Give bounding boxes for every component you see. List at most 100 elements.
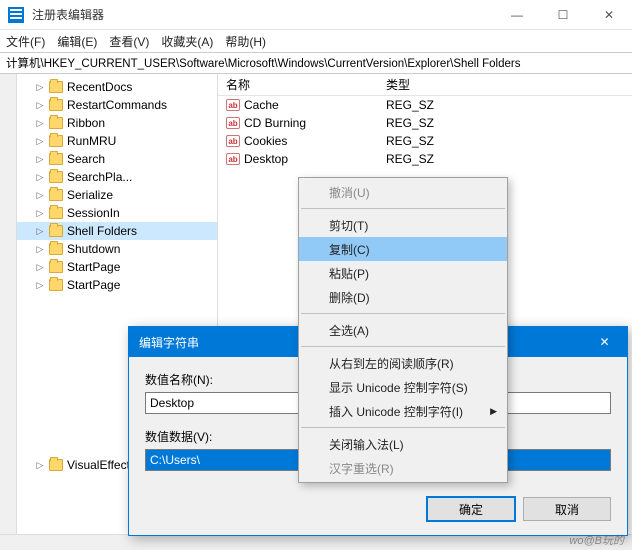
value-name: Desktop [244, 152, 288, 166]
tree-label: RunMRU [67, 134, 116, 148]
value-type: REG_SZ [378, 152, 632, 166]
value-name: Cache [244, 98, 279, 112]
ctx-close-ime[interactable]: 关闭输入法(L) [299, 432, 507, 456]
expand-icon[interactable]: ▷ [35, 226, 45, 236]
folder-icon [49, 207, 63, 219]
ctx-copy[interactable]: 复制(C) [299, 237, 507, 261]
tree-label: RecentDocs [67, 80, 132, 94]
menu-file[interactable]: 文件(F) [6, 33, 45, 50]
cancel-button[interactable]: 取消 [523, 497, 611, 521]
watermark: wo@B玩的 [569, 532, 624, 548]
expand-icon[interactable]: ▷ [35, 136, 45, 146]
folder-icon [49, 243, 63, 255]
close-button[interactable]: ✕ [586, 0, 632, 30]
list-row[interactable]: abCacheREG_SZ [218, 96, 632, 114]
value-type: REG_SZ [378, 134, 632, 148]
tree-label: SessionIn [67, 206, 120, 220]
tree-label: Serialize [67, 188, 113, 202]
expand-icon[interactable]: ▷ [35, 280, 45, 290]
expand-icon[interactable]: ▷ [35, 100, 45, 110]
tree-item[interactable]: ▷ Search [17, 150, 217, 168]
tree-item[interactable]: ▷ Serialize [17, 186, 217, 204]
expand-icon[interactable]: ▷ [35, 244, 45, 254]
status-bar [0, 534, 632, 550]
list-row[interactable]: abCD BurningREG_SZ [218, 114, 632, 132]
folder-icon [49, 153, 63, 165]
menu-edit[interactable]: 编辑(E) [57, 33, 97, 50]
ctx-select-all[interactable]: 全选(A) [299, 318, 507, 342]
separator [301, 427, 505, 428]
folder-icon [49, 117, 63, 129]
ctx-undo: 撤消(U) [299, 180, 507, 204]
tree-item[interactable]: ▷ Ribbon [17, 114, 217, 132]
menu-view[interactable]: 查看(V) [109, 33, 149, 50]
ctx-insert-unicode[interactable]: 插入 Unicode 控制字符(I)▶ [299, 399, 507, 423]
expand-icon[interactable]: ▷ [35, 208, 45, 218]
list-row[interactable]: ab Desktop REG_SZ [218, 150, 632, 168]
separator [301, 313, 505, 314]
tree-label: StartPage [67, 260, 120, 274]
string-value-icon: ab [226, 153, 240, 165]
window-title: 注册表编辑器 [32, 6, 494, 23]
menu-help[interactable]: 帮助(H) [225, 33, 266, 50]
expand-icon[interactable]: ▷ [35, 154, 45, 164]
list-header: 名称 类型 [218, 74, 632, 96]
tree-item[interactable]: ▷ SearchPla... [17, 168, 217, 186]
tree-label: Shell Folders [67, 224, 137, 238]
value-type: REG_SZ [378, 98, 632, 112]
dialog-title: 编辑字符串 [139, 334, 199, 351]
dialog-close-button[interactable]: ✕ [582, 327, 627, 357]
tree-item[interactable]: ▷ SessionIn [17, 204, 217, 222]
tree-scrollbar[interactable] [0, 74, 17, 534]
tree-item[interactable]: ▷StartPage [17, 276, 217, 294]
expand-icon[interactable]: ▷ [35, 172, 45, 182]
ctx-show-unicode[interactable]: 显示 Unicode 控制字符(S) [299, 375, 507, 399]
folder-icon [49, 225, 63, 237]
tree-item[interactable]: ▷ Shell Folders [17, 222, 217, 240]
folder-icon [49, 279, 63, 291]
expand-icon[interactable]: ▷ [35, 190, 45, 200]
separator [301, 346, 505, 347]
tree-item[interactable]: ▷ RecentDocs [17, 78, 217, 96]
list-row[interactable]: abCookiesREG_SZ [218, 132, 632, 150]
tree-label: Ribbon [67, 116, 105, 130]
tree-label: Search [67, 152, 105, 166]
tree-label: Shutdown [67, 242, 120, 256]
expand-icon[interactable]: ▷ [35, 82, 45, 92]
folder-icon [49, 261, 63, 273]
ctx-delete[interactable]: 删除(D) [299, 285, 507, 309]
chevron-right-icon: ▶ [490, 406, 497, 417]
folder-icon [49, 99, 63, 111]
minimize-button[interactable]: — [494, 0, 540, 30]
tree-item[interactable]: ▷ RestartCommands [17, 96, 217, 114]
column-type[interactable]: 类型 [378, 76, 632, 93]
title-bar: 注册表编辑器 — ☐ ✕ [0, 0, 632, 30]
tree-item[interactable] [17, 294, 217, 312]
folder-icon [49, 189, 63, 201]
expand-icon[interactable]: ▷ [35, 460, 45, 470]
address-bar[interactable]: 计算机\HKEY_CURRENT_USER\Software\Microsoft… [0, 52, 632, 74]
tree-item[interactable]: ▷ StartPage [17, 258, 217, 276]
value-type: REG_SZ [378, 116, 632, 130]
ok-button[interactable]: 确定 [427, 497, 515, 521]
menu-favorites[interactable]: 收藏夹(A) [161, 33, 213, 50]
ctx-paste[interactable]: 粘贴(P) [299, 261, 507, 285]
column-name[interactable]: 名称 [218, 76, 378, 93]
folder-icon [49, 459, 63, 471]
maximize-button[interactable]: ☐ [540, 0, 586, 30]
tree-label: RestartCommands [67, 98, 167, 112]
ctx-rtl[interactable]: 从右到左的阅读顺序(R) [299, 351, 507, 375]
tree-item[interactable]: ▷ RunMRU [17, 132, 217, 150]
tree-item[interactable]: ▷ Shutdown [17, 240, 217, 258]
folder-icon [49, 81, 63, 93]
separator [301, 208, 505, 209]
tree-label: VisualEffects [67, 458, 136, 472]
expand-icon[interactable]: ▷ [35, 118, 45, 128]
value-name: CD Burning [244, 116, 306, 130]
context-menu: 撤消(U) 剪切(T) 复制(C) 粘贴(P) 删除(D) 全选(A) 从右到左… [298, 177, 508, 483]
expand-icon[interactable]: ▷ [35, 262, 45, 272]
ctx-hanzi: 汉字重选(R) [299, 456, 507, 480]
ctx-cut[interactable]: 剪切(T) [299, 213, 507, 237]
menu-bar: 文件(F) 编辑(E) 查看(V) 收藏夹(A) 帮助(H) [0, 30, 632, 52]
tree-label: SearchPla... [67, 170, 132, 184]
